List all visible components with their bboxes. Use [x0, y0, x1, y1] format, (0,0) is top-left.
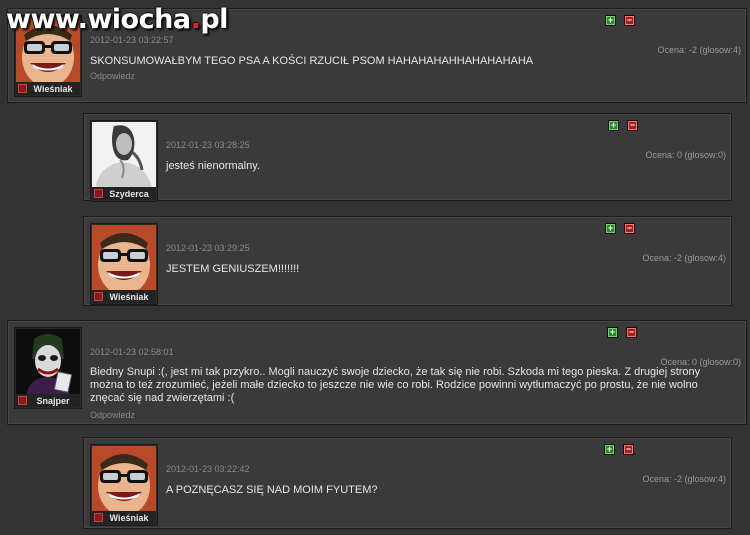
rank-bar: Szyderca	[92, 187, 156, 200]
author-name[interactable]: Szyderca	[106, 189, 156, 199]
vote-down-icon[interactable]: −	[626, 327, 637, 338]
woman-photo-avatar-icon	[92, 122, 156, 188]
vote-up-icon[interactable]: +	[605, 223, 616, 234]
rank-bar: Snajper	[16, 394, 80, 407]
avatar-image	[92, 225, 156, 291]
comment-text: JESTEM GENIUSZEM!!!!!!!	[166, 263, 300, 275]
author-name[interactable]: Wieśniak	[106, 292, 156, 302]
avatar[interactable]: Wieśniak	[90, 223, 158, 305]
vote-up-icon[interactable]: +	[607, 327, 618, 338]
reply-link[interactable]: Odpowiedz	[90, 71, 135, 81]
author-name[interactable]: Wieśniak	[30, 84, 80, 94]
avatar[interactable]: Snajper	[14, 327, 82, 409]
rank-badge-icon	[18, 396, 27, 405]
avatar[interactable]: Szyderca	[90, 120, 158, 202]
avatar-image	[92, 446, 156, 512]
comment-rating: Ocena: 0 (glosow:0)	[645, 150, 726, 160]
vote-down-icon[interactable]: −	[623, 444, 634, 455]
comment-text-line: znęcać się nad zwierzętami :(	[90, 392, 235, 404]
rank-bar: Wieśniak	[92, 511, 156, 524]
vote-up-icon[interactable]: +	[604, 444, 615, 455]
rank-bar: Wieśniak	[92, 290, 156, 303]
rank-bar: Wieśniak	[16, 82, 80, 95]
comment-card: Wieśniak 2012-01-23 03:29:25 + − Ocena: …	[83, 216, 732, 306]
comment-text-line: Biedny Snupi :(, jest mi tak przykro.. M…	[90, 366, 701, 378]
rank-badge-icon	[18, 84, 27, 93]
comment-timestamp: 2012-01-23 03:28:25	[166, 140, 250, 150]
comment-text: jesteś nienormalny.	[166, 160, 260, 172]
comment-timestamp: 2012-01-23 03:22:57	[90, 35, 174, 45]
grinning-man-avatar-icon	[92, 446, 156, 512]
comment-timestamp: 2012-01-23 02:58:01	[90, 347, 174, 357]
author-name[interactable]: Snajper	[30, 396, 80, 406]
vote-down-icon[interactable]: −	[624, 223, 635, 234]
rank-badge-icon	[94, 292, 103, 301]
comment-timestamp: 2012-01-23 03:22:42	[166, 464, 250, 474]
avatar-image	[16, 329, 80, 395]
grinning-man-avatar-icon	[92, 225, 156, 291]
comment-card: Snajper 2012-01-23 02:58:01 + − Ocena: 0…	[7, 320, 747, 425]
reply-link[interactable]: Odpowiedz	[90, 410, 135, 420]
comment-rating: Ocena: -2 (glosow:4)	[642, 474, 726, 484]
avatar-image	[92, 122, 156, 188]
site-watermark: www.wiocha.pl	[6, 4, 228, 35]
avatar[interactable]: Wieśniak	[90, 444, 158, 526]
rank-badge-icon	[94, 189, 103, 198]
comment-text-line: można to też zrozumieć, jeżeli małe dzie…	[90, 379, 698, 391]
comment-card: Wieśniak 2012-01-23 03:22:42 + − Ocena: …	[83, 437, 732, 529]
comment-card: Szyderca 2012-01-23 03:28:25 + − Ocena: …	[83, 113, 732, 202]
comment-rating: Ocena: -2 (glosow:4)	[657, 45, 741, 55]
comment-rating: Ocena: -2 (glosow:4)	[642, 253, 726, 263]
vote-up-icon[interactable]: +	[608, 120, 619, 131]
vote-down-icon[interactable]: −	[624, 15, 635, 26]
comment-timestamp: 2012-01-23 03:29:25	[166, 243, 250, 253]
author-name[interactable]: Wieśniak	[106, 513, 156, 523]
vote-up-icon[interactable]: +	[605, 15, 616, 26]
comment-text: Biedny Snupi :(, jest mi tak przykro.. M…	[90, 366, 700, 405]
comment-text: SKONSUMOWAŁBYM TEGO PSA A KOŚCI RZUCIŁ P…	[90, 55, 534, 67]
comment-text: A POZNĘCASZ SIĘ NAD MOIM FYUTEM?	[166, 484, 378, 496]
vote-down-icon[interactable]: −	[627, 120, 638, 131]
rank-badge-icon	[94, 513, 103, 522]
joker-avatar-icon	[16, 329, 80, 395]
